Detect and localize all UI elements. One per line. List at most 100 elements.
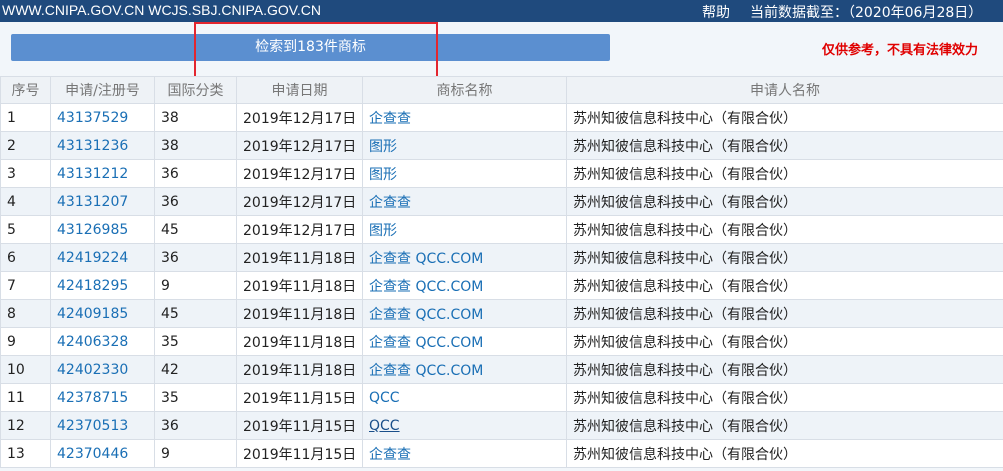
site-domains: WWW.CNIPA.GOV.CN WCJS.SBJ.CNIPA.GOV.CN bbox=[2, 2, 321, 18]
reg-number-link[interactable]: 42406328 bbox=[57, 334, 128, 350]
reg-number-link[interactable]: 42402330 bbox=[57, 362, 128, 378]
class-cell: 9 bbox=[154, 271, 237, 300]
highlight-box bbox=[194, 22, 438, 78]
reg-number-cell: 42409185 bbox=[50, 299, 155, 328]
reg-number-link[interactable]: 42370513 bbox=[57, 418, 128, 434]
row-number: 8 bbox=[0, 299, 51, 328]
reg-number-cell: 43126985 bbox=[50, 215, 155, 244]
reg-number-link[interactable]: 43126985 bbox=[57, 222, 128, 238]
table-row: 9 42406328 35 2019年11月18日 企查查 QCC.COM 苏州知彼信息科… bbox=[0, 327, 1003, 356]
class-cell: 36 bbox=[154, 187, 237, 216]
trademark-name-cell: 企查查 bbox=[362, 187, 567, 216]
table-row: 6 42419224 36 2019年11月18日 企查查 QCC.COM 苏州知彼信息科… bbox=[0, 243, 1003, 272]
class-cell: 42 bbox=[154, 355, 237, 384]
trademark-name-link[interactable]: QCC bbox=[369, 390, 400, 406]
trademark-name-link[interactable]: 企查查 bbox=[369, 447, 411, 463]
date-cell: 2019年12月17日 bbox=[236, 215, 363, 244]
row-number: 12 bbox=[0, 411, 51, 440]
date-cell: 2019年11月15日 bbox=[236, 383, 363, 412]
class-cell: 45 bbox=[154, 215, 237, 244]
reg-number-cell: 42370513 bbox=[50, 411, 155, 440]
trademark-name-cell: 企查查 QCC.COM bbox=[362, 243, 567, 272]
row-number: 9 bbox=[0, 327, 51, 356]
trademark-name-link[interactable]: 图形 bbox=[369, 167, 397, 183]
date-cell: 2019年11月18日 bbox=[236, 271, 363, 300]
date-cell: 2019年12月17日 bbox=[236, 159, 363, 188]
row-number: 4 bbox=[0, 187, 51, 216]
trademark-name-link[interactable]: 企查查 bbox=[369, 195, 411, 211]
reg-number-link[interactable]: 42419224 bbox=[57, 250, 128, 266]
header-trademark-name: 商标名称 bbox=[362, 76, 567, 104]
date-cell: 2019年12月17日 bbox=[236, 103, 363, 132]
trademark-name-cell: 企查查 bbox=[362, 103, 567, 132]
trademark-name-link[interactable]: 企查查 bbox=[369, 111, 411, 127]
date-cell: 2019年11月18日 bbox=[236, 243, 363, 272]
reg-number-link[interactable]: 43131207 bbox=[57, 194, 128, 210]
class-cell: 36 bbox=[154, 411, 237, 440]
date-cell: 2019年12月17日 bbox=[236, 131, 363, 160]
reg-number-cell: 42378715 bbox=[50, 383, 155, 412]
applicant-cell: 苏州知彼信息科技中心（有限合伙） bbox=[566, 299, 1003, 328]
applicant-cell: 苏州知彼信息科技中心（有限合伙） bbox=[566, 411, 1003, 440]
class-cell: 36 bbox=[154, 159, 237, 188]
trademark-name-link[interactable]: 企查查 QCC.COM bbox=[369, 363, 483, 379]
reg-number-cell: 42406328 bbox=[50, 327, 155, 356]
class-cell: 35 bbox=[154, 327, 237, 356]
reg-number-link[interactable]: 42378715 bbox=[57, 390, 128, 406]
class-cell: 38 bbox=[154, 131, 237, 160]
trademark-name-link[interactable]: 图形 bbox=[369, 139, 397, 155]
date-cell: 2019年11月18日 bbox=[236, 327, 363, 356]
header-applicant: 申请人名称 bbox=[566, 76, 1003, 104]
date-cell: 2019年11月18日 bbox=[236, 299, 363, 328]
trademark-name-link[interactable]: 企查查 QCC.COM bbox=[369, 251, 483, 267]
header-no: 序号 bbox=[0, 76, 51, 104]
trademark-name-cell: QCC bbox=[362, 411, 567, 440]
reg-number-link[interactable]: 43131212 bbox=[57, 166, 128, 182]
row-number: 5 bbox=[0, 215, 51, 244]
applicant-cell: 苏州知彼信息科技中心（有限合伙） bbox=[566, 383, 1003, 412]
trademark-name-link[interactable]: 企查查 QCC.COM bbox=[369, 307, 483, 323]
reg-number-link[interactable]: 43131236 bbox=[57, 138, 128, 154]
applicant-cell: 苏州知彼信息科技中心（有限合伙） bbox=[566, 131, 1003, 160]
applicant-cell: 苏州知彼信息科技中心（有限合伙） bbox=[566, 355, 1003, 384]
trademark-name-link[interactable]: 企查查 QCC.COM bbox=[369, 335, 483, 351]
reg-number-link[interactable]: 42370446 bbox=[57, 446, 128, 462]
applicant-cell: 苏州知彼信息科技中心（有限合伙） bbox=[566, 243, 1003, 272]
table-row: 7 42418295 9 2019年11月18日 企查查 QCC.COM 苏州知彼信息科技… bbox=[0, 271, 1003, 300]
trademark-name-cell: 企查查 QCC.COM bbox=[362, 327, 567, 356]
trademark-name-cell: 图形 bbox=[362, 131, 567, 160]
table-row: 10 42402330 42 2019年11月18日 企查查 QCC.COM 苏州知彼信息… bbox=[0, 355, 1003, 384]
trademark-name-link[interactable]: 企查查 QCC.COM bbox=[369, 279, 483, 295]
row-number: 2 bbox=[0, 131, 51, 160]
row-number: 11 bbox=[0, 383, 51, 412]
reg-number-cell: 42419224 bbox=[50, 243, 155, 272]
date-cell: 2019年11月15日 bbox=[236, 439, 363, 468]
class-cell: 9 bbox=[154, 439, 237, 468]
data-as-of: 当前数据截至：（2020年06月28日） bbox=[750, 5, 983, 21]
date-cell: 2019年12月17日 bbox=[236, 187, 363, 216]
table-row: 11 42378715 35 2019年11月15日 QCC 苏州知彼信息科技中心（有限合… bbox=[0, 383, 1003, 412]
reg-number-link[interactable]: 42409185 bbox=[57, 306, 128, 322]
table-row: 4 43131207 36 2019年12月17日 企查查 苏州知彼信息科技中心（有限合伙… bbox=[0, 187, 1003, 216]
help-link[interactable]: 帮助 bbox=[702, 2, 730, 22]
trademark-name-link[interactable]: 图形 bbox=[369, 223, 397, 239]
row-number: 3 bbox=[0, 159, 51, 188]
reg-number-cell: 42402330 bbox=[50, 355, 155, 384]
applicant-cell: 苏州知彼信息科技中心（有限合伙） bbox=[566, 439, 1003, 468]
applicant-cell: 苏州知彼信息科技中心（有限合伙） bbox=[566, 159, 1003, 188]
row-number: 10 bbox=[0, 355, 51, 384]
reg-number-link[interactable]: 42418295 bbox=[57, 278, 128, 294]
trademark-table: 序号 申请/注册号 国际分类 申请日期 商标名称 申请人名称 1 43137529… bbox=[0, 76, 1003, 468]
row-number: 13 bbox=[0, 439, 51, 468]
trademark-name-cell: 企查查 QCC.COM bbox=[362, 299, 567, 328]
applicant-cell: 苏州知彼信息科技中心（有限合伙） bbox=[566, 103, 1003, 132]
reg-number-cell: 43131207 bbox=[50, 187, 155, 216]
applicant-cell: 苏州知彼信息科技中心（有限合伙） bbox=[566, 271, 1003, 300]
reg-number-link[interactable]: 43137529 bbox=[57, 110, 128, 126]
header-reg-no: 申请/注册号 bbox=[50, 76, 155, 104]
table-row: 12 42370513 36 2019年11月15日 QCC 苏州知彼信息科技中心（有限合… bbox=[0, 411, 1003, 440]
date-cell: 2019年11月18日 bbox=[236, 355, 363, 384]
table-row: 5 43126985 45 2019年12月17日 图形 苏州知彼信息科技中心（有限合伙） bbox=[0, 215, 1003, 244]
applicant-cell: 苏州知彼信息科技中心（有限合伙） bbox=[566, 187, 1003, 216]
trademark-name-link[interactable]: QCC bbox=[369, 418, 400, 434]
